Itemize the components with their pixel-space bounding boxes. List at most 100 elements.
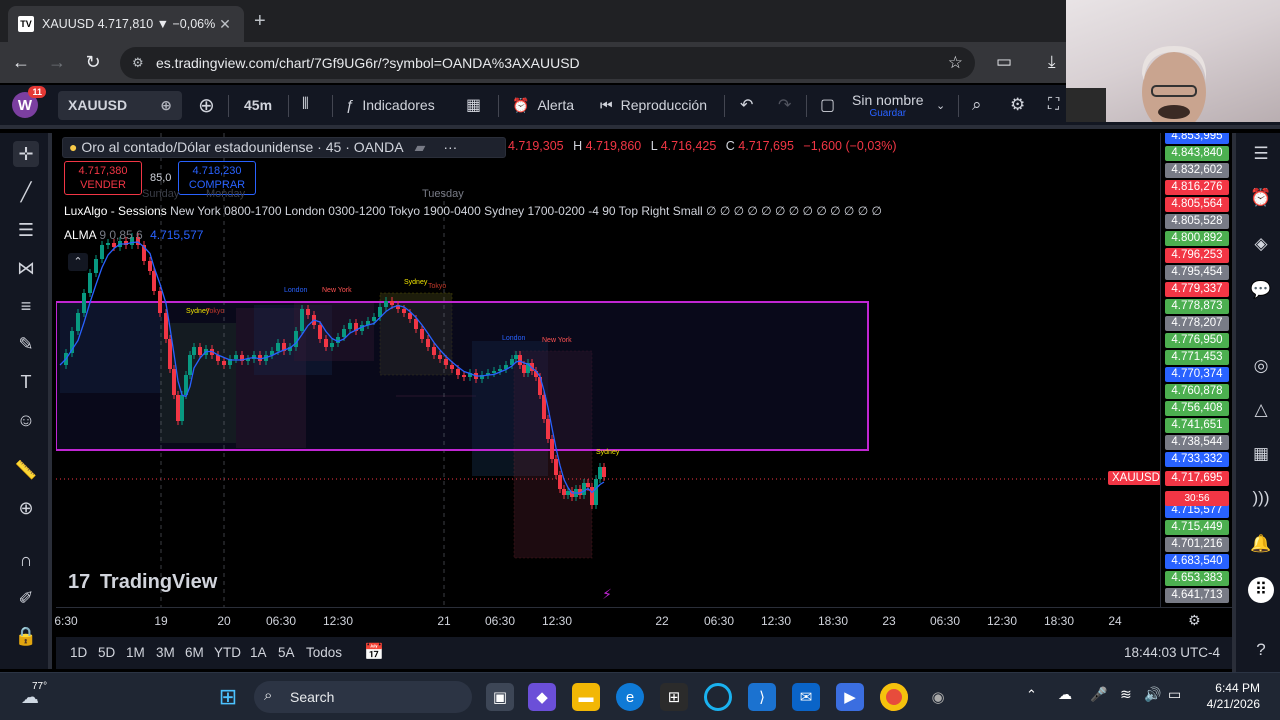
store-icon[interactable]: ⊞	[660, 683, 688, 711]
wifi-icon[interactable]: ≋	[1120, 686, 1132, 703]
close-tab-icon[interactable]: ✕	[216, 16, 234, 33]
symbol-search[interactable]: XAUUSD ⊕	[58, 85, 182, 125]
volume-icon[interactable]: 🔊	[1144, 686, 1161, 703]
price-scale[interactable]: 4.853,995 4.843,840 4.832,602 4.816,276 4.80…	[1160, 133, 1232, 607]
pattern-icon[interactable]: ⋈	[13, 255, 39, 281]
apps-grid-icon[interactable]: ⠿	[1248, 577, 1274, 603]
replay-button[interactable]: ⏮ Reproducción	[600, 85, 707, 125]
goto-date-icon[interactable]: 📅	[364, 642, 384, 662]
range-button-3m[interactable]: 3M	[156, 645, 175, 660]
reload-icon[interactable]: ↻	[82, 52, 104, 73]
redo-icon[interactable]: ↷	[778, 85, 791, 125]
time-axis[interactable]: 6:30 19 20 06:30 12:30 21 06:30 12:30 22 06:30 12:…	[54, 607, 1232, 633]
range-button-1m[interactable]: 1M	[126, 645, 145, 660]
candles-icon[interactable]: ⫴	[302, 85, 309, 125]
range-button-ytd[interactable]: YTD	[214, 645, 241, 660]
templates-icon[interactable]: ▦	[466, 85, 481, 125]
drawing-mode-icon[interactable]: ✐	[13, 585, 39, 611]
compare-icon[interactable]: ⊕	[160, 97, 172, 114]
watchlist-icon[interactable]: ☰	[1248, 141, 1274, 167]
quick-search-icon[interactable]: ⌕	[972, 85, 982, 125]
ruler-icon[interactable]: 📏	[13, 457, 39, 483]
help-icon[interactable]: ?	[1248, 637, 1274, 663]
user-menu[interactable]: W 11	[12, 85, 46, 125]
range-button-5a[interactable]: 5A	[278, 645, 295, 660]
undo-icon[interactable]: ↶	[740, 85, 753, 125]
obs-icon[interactable]: ◉	[924, 683, 952, 711]
tray-chevron-up-icon[interactable]: ⌃	[1026, 687, 1037, 703]
alerts-clock-icon[interactable]: ⏰	[1248, 185, 1274, 211]
indicator-sessions-legend[interactable]: LuxAlgo - Sessions New York 0800-1700 Lo…	[64, 204, 882, 218]
magnet-icon[interactable]: ∩	[13, 547, 39, 573]
symbol-legend[interactable]: ● Oro al contado/Dólar estadounidense · …	[62, 137, 506, 158]
vscode-icon[interactable]: ⟩	[748, 683, 776, 711]
download-icon[interactable]: ⤓	[1048, 52, 1056, 72]
onedrive-icon[interactable]: ☁	[1058, 686, 1072, 703]
clock-display[interactable]: 18:44:03 UTC-4	[1124, 645, 1220, 660]
ideas-icon[interactable]: △	[1248, 397, 1274, 423]
range-button-6m[interactable]: 6M	[185, 645, 204, 660]
interval-button[interactable]: 45m	[244, 85, 272, 125]
settings-gear-icon[interactable]: ⚙	[1010, 85, 1025, 125]
sell-button[interactable]: 4.717,380 VENDER	[64, 161, 142, 195]
lock-icon[interactable]: 🔒	[13, 623, 39, 649]
stream-icon[interactable]: )))	[1248, 485, 1274, 511]
text-tool-icon[interactable]: T	[13, 369, 39, 395]
indicators-button[interactable]: ƒ Indicadores	[346, 85, 435, 125]
bookmark-star-icon[interactable]: ☆	[948, 53, 963, 73]
calendar-icon[interactable]: ▦	[1248, 441, 1274, 467]
chrome-icon[interactable]	[880, 683, 908, 711]
taskbar-search[interactable]: ⌕ Search	[254, 681, 472, 713]
price-scale-label: 4.796,253	[1165, 248, 1229, 263]
forward-icon[interactable]: →	[46, 52, 68, 73]
indicator-alma-legend[interactable]: ALMA 9 0,85 6 4.715,577	[64, 228, 203, 242]
layers-icon[interactable]: ◈	[1248, 231, 1274, 257]
app-icon[interactable]: ▶	[836, 683, 864, 711]
site-info-icon[interactable]: ⚙	[132, 55, 144, 71]
alert-button[interactable]: ⏰ Alerta	[512, 85, 574, 125]
zoom-in-icon[interactable]: ⊕	[13, 495, 39, 521]
brush-icon[interactable]: ✎	[13, 331, 39, 357]
chevron-down-icon[interactable]: ⌄	[936, 85, 945, 125]
collapse-legend-icon[interactable]: ⌃	[68, 253, 88, 271]
layout-name-button[interactable]: Sin nombre Guardar	[852, 85, 924, 125]
url-field[interactable]: ⚙ es.tradingview.com/chart/7Gf9UG6r/?sym…	[120, 47, 975, 79]
fib-icon[interactable]: ≡	[13, 293, 39, 319]
range-button-todos[interactable]: Todos	[306, 645, 342, 660]
horizontal-lines-icon[interactable]: ☰	[13, 217, 39, 243]
cortana-icon[interactable]	[704, 683, 732, 711]
add-symbol-icon[interactable]: ⊕	[198, 85, 215, 125]
outlook-icon[interactable]: ✉	[792, 683, 820, 711]
chart-pane[interactable]: ⚡ Sydney Tokyo London New York Sydney Tokyo Lo…	[56, 133, 1160, 607]
chat-icon[interactable]: 💬	[1248, 277, 1274, 303]
lightning-icon[interactable]: ⚡	[602, 586, 612, 602]
candle-body	[234, 355, 238, 359]
file-explorer-icon[interactable]: ▬	[572, 683, 600, 711]
windows-start-icon[interactable]: ⊞	[214, 683, 242, 711]
session-label: New York	[322, 287, 352, 294]
notifications-bell-icon[interactable]: 🔔	[1248, 531, 1274, 557]
range-button-1d[interactable]: 1D	[70, 645, 87, 660]
microphone-icon[interactable]: 🎤	[1090, 686, 1107, 703]
browser-tab[interactable]: TV XAUUSD 4.717,810 ▼ −0,06% S ✕	[8, 6, 244, 42]
battery-icon[interactable]: ▭	[1168, 686, 1181, 703]
layout-icon[interactable]: ▢	[820, 85, 835, 125]
copilot-icon[interactable]: ◆	[528, 683, 556, 711]
crosshair-icon[interactable]: ✛	[13, 141, 39, 167]
edge-icon[interactable]: e	[616, 683, 644, 711]
avatar[interactable]: W 11	[12, 86, 46, 118]
more-options-icon[interactable]: ···	[443, 139, 457, 155]
axis-settings-gear-icon[interactable]: ⚙	[1188, 612, 1201, 629]
legend-flag-icon[interactable]: ▰	[415, 139, 426, 155]
task-view-icon[interactable]: ▣	[486, 683, 514, 711]
emoji-icon[interactable]: ☺	[13, 407, 39, 433]
range-button-5d[interactable]: 5D	[98, 645, 115, 660]
fullscreen-icon[interactable]: ⛶	[1048, 85, 1059, 125]
target-icon[interactable]: ◎	[1248, 353, 1274, 379]
range-button-1a[interactable]: 1A	[250, 645, 267, 660]
back-icon[interactable]: ←	[10, 52, 32, 73]
new-tab-icon[interactable]: +	[254, 10, 266, 33]
cast-icon[interactable]: ▭	[996, 52, 1012, 72]
trendline-icon[interactable]: ╱	[13, 179, 39, 205]
system-clock[interactable]: 6:44 PM 4/21/2026	[1196, 680, 1260, 712]
